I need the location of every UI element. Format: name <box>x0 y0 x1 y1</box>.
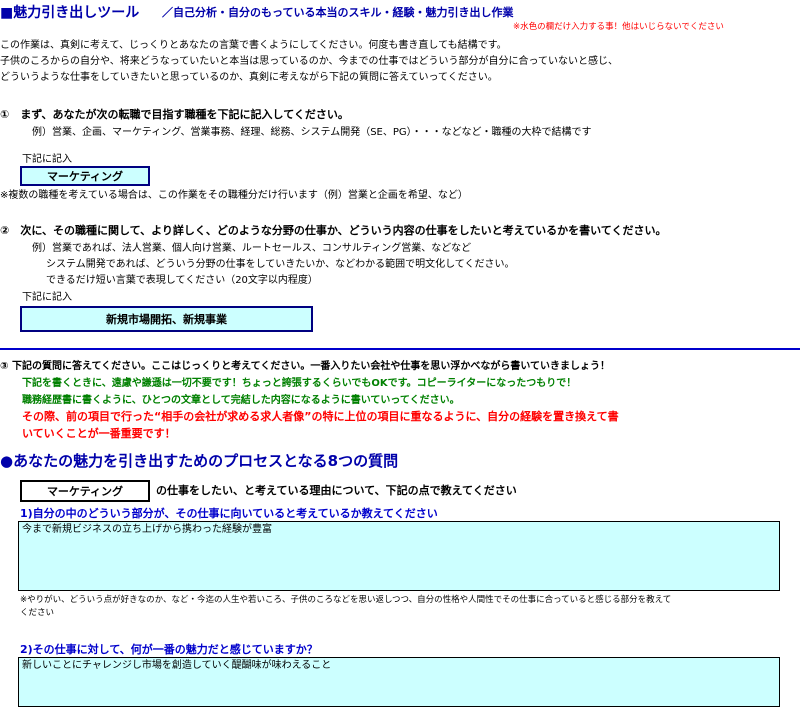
intro-line-3: どういうような仕事をしていきたいと思っているのか、真剣に考えながら下記の質問に答… <box>0 72 498 83</box>
step3-line-3: 職務経歴書に書くように、ひとつの文章として完結した内容になるように書いていってく… <box>22 395 460 406</box>
page-title: ■魅力引き出しツール <box>0 5 140 21</box>
section-divider <box>0 348 800 350</box>
question-1-hint-cont: ください <box>20 608 55 618</box>
step1-heading: ① まず、あなたが次の転職で目指す職種を下記に記入してください。 <box>0 108 349 121</box>
question-2-label: 2)その仕事に対して、何が一番の魅力だと感じていますか？ <box>20 643 318 656</box>
job-reference-box: マーケティング <box>20 480 150 502</box>
step2-fill-label: 下記に記入 <box>22 292 72 303</box>
page-subtitle: ／自己分析・自分のもっている本当のスキル・経験・魅力引き出し作業 <box>162 6 514 19</box>
step2-example-2: システム開発であれば、どういう分野の仕事をしていきたいか、などわかる範囲で明文化… <box>46 259 515 270</box>
job-reason-prompt: の仕事をしたい、と考えている理由について、下記の点で教えてください <box>156 484 517 497</box>
step1-example: 例）営業、企画、マーケティング、営業事務、経理、総務、システム開発（SE、PG）… <box>32 127 592 138</box>
step3-line-5: いていくことが一番重要です！ <box>22 427 176 440</box>
step1-job-input[interactable]: マーケティング <box>20 166 150 186</box>
step3-line-2: 下記を書くときに、遠慮や謙遜は一切不要です！ちょっと誇張するくらいでもOKです。… <box>22 378 577 389</box>
questions-section-title: ●あなたの魅力を引き出すためのプロセスとなる8つの質問 <box>0 452 399 470</box>
question-1-label: 1)自分の中のどういう部分が、その仕事に向いていると考えているか教えてください <box>20 507 438 520</box>
step3-line-1: ③ 下記の質問に答えてください。ここはじっくりと考えてください。一番入りたい会社… <box>0 361 611 372</box>
step2-example-1: 例）営業であれば、法人営業、個人向け営業、ルートセールス、コンサルティング営業、… <box>32 243 472 254</box>
intro-line-2: 子供のころからの自分や、将来どうなっていたいと本当は思っているのか、今までの仕事… <box>0 56 618 67</box>
step2-detail-input[interactable]: 新規市場開拓、新規事業 <box>20 306 313 332</box>
intro-line-1: この作業は、真剣に考えて、じっくりとあなたの言葉で書くようにしてください。何度も… <box>0 40 507 51</box>
step1-note: ※複数の職種を考えている場合は、この作業をその職種分だけ行います（例）営業と企画… <box>0 190 468 201</box>
question-1-answer[interactable]: 今まで新規ビジネスの立ち上げから携わった経験が豊富 <box>18 521 780 591</box>
step1-fill-label: 下記に記入 <box>22 154 72 165</box>
question-2-answer[interactable]: 新しいことにチャレンジし市場を創造していく醍醐味が味わえること <box>18 657 780 707</box>
step3-line-4: その際、前の項目で行った“相手の会社が求める求人者像”の特に上位の項目に重なるよ… <box>22 410 619 423</box>
step2-example-3: できるだけ短い言葉で表現してください（20文字以内程度） <box>46 275 318 286</box>
question-1-hint: ※やりがい、どういう点が好きなのか、など・今迄の人生や若いころ、子供のころなどを… <box>20 595 672 605</box>
step2-heading: ② 次に、その職種に関して、より詳しく、どのような分野の仕事か、どういう内容の仕… <box>0 224 667 237</box>
input-note: ※水色の欄だけ入力する事！他はいじらないでください <box>513 22 724 32</box>
